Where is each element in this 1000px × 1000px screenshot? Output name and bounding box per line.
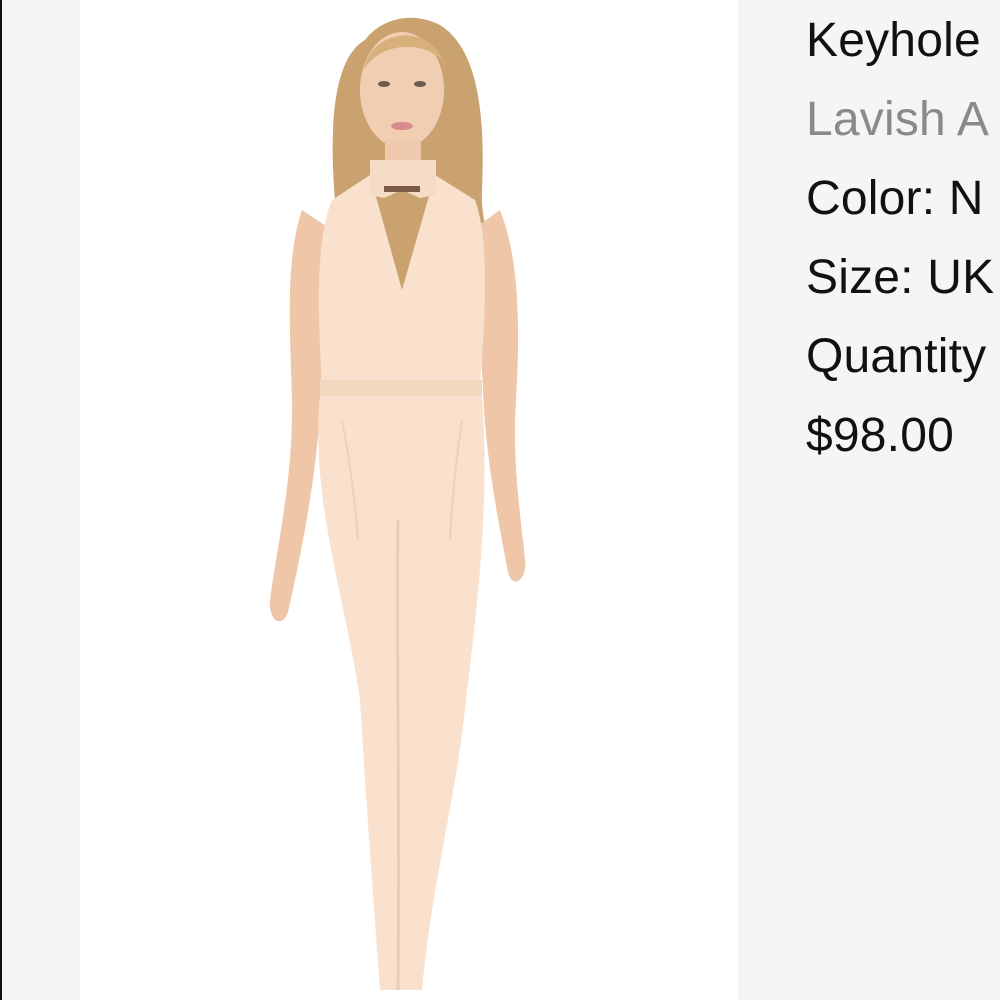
product-quantity: Quantity (806, 330, 987, 383)
product-image[interactable] (80, 0, 738, 1000)
product-page: Keyhole Lavish A Color: N Size: UK Quant… (0, 0, 1000, 1000)
product-brand[interactable]: Lavish A (806, 93, 989, 147)
jumpsuit-trousers (318, 396, 485, 990)
window-edge (0, 0, 2, 1000)
product-size: Size: UK (806, 251, 995, 304)
product-details: Keyhole Lavish A Color: N Size: UK Quant… (806, 0, 1000, 1000)
model-illustration (269, 17, 526, 991)
product-title[interactable]: Keyhole (806, 14, 981, 68)
product-price: $98.00 (806, 409, 955, 462)
product-color: Color: N (806, 172, 984, 225)
